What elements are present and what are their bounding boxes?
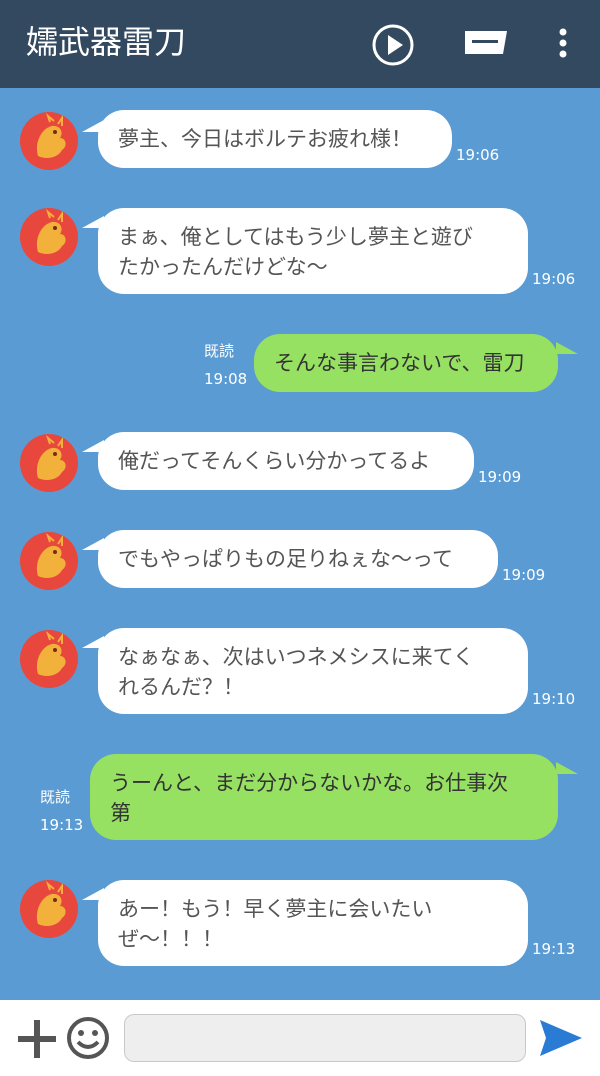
message-bubble[interactable]: あー！もう！早く夢主に会いたい ぜ〜！！！: [98, 880, 528, 966]
dragon-icon: [36, 532, 66, 578]
message-icon[interactable]: [462, 28, 510, 64]
message-bubble[interactable]: そんな事言わないで、雷刀: [254, 334, 558, 392]
message-time: 19:08: [204, 370, 248, 388]
message-time: 19:09: [478, 468, 522, 486]
read-receipt: 既読: [204, 342, 235, 360]
message-time: 19:10: [532, 690, 576, 708]
bubble-tail: [556, 762, 578, 774]
emoji-icon[interactable]: [66, 1016, 110, 1064]
message-list[interactable]: 夢主、今日はボルテお疲れ様！ 19:06 まぁ、俺としてはもう少し夢主と遊び た…: [0, 88, 600, 1000]
app-header: 嬬武器雷刀: [0, 0, 600, 88]
dragon-icon: [36, 880, 66, 926]
message-time: 19:13: [532, 940, 576, 958]
composer-bar: [0, 1000, 600, 1076]
message-bubble[interactable]: 俺だってそんくらい分かってるよ: [98, 432, 474, 490]
read-receipt: 既読: [40, 788, 71, 806]
bubble-tail: [556, 342, 578, 354]
chat-title: 嬬武器雷刀: [26, 23, 187, 61]
send-icon[interactable]: [538, 1018, 584, 1062]
message-bubble[interactable]: まぁ、俺としてはもう少し夢主と遊び たかったんだけどな〜: [98, 208, 528, 294]
message-time: 19:06: [532, 270, 576, 288]
message-bubble[interactable]: 夢主、今日はボルテお疲れ様！: [98, 110, 452, 168]
message-time: 19:13: [40, 816, 84, 834]
dragon-icon: [36, 208, 66, 254]
dragon-icon: [36, 630, 66, 676]
message-time: 19:09: [502, 566, 546, 584]
message-time: 19:06: [456, 146, 500, 164]
more-vert-icon[interactable]: [554, 28, 572, 64]
avatar[interactable]: [20, 880, 78, 938]
avatar[interactable]: [20, 112, 78, 170]
avatar[interactable]: [20, 208, 78, 266]
avatar[interactable]: [20, 434, 78, 492]
message-bubble[interactable]: うーんと、まだ分からないかな。お仕事次 第: [90, 754, 558, 840]
message-bubble[interactable]: でもやっぱりもの足りねぇな〜って: [98, 530, 498, 588]
avatar[interactable]: [20, 630, 78, 688]
plus-icon[interactable]: [16, 1018, 58, 1064]
avatar[interactable]: [20, 532, 78, 590]
dragon-icon: [36, 434, 66, 480]
message-input[interactable]: [124, 1014, 526, 1062]
play-icon[interactable]: [372, 24, 414, 70]
dragon-icon: [36, 112, 66, 158]
message-bubble[interactable]: なぁなぁ、次はいつネメシスに来てく れるんだ？！: [98, 628, 528, 714]
